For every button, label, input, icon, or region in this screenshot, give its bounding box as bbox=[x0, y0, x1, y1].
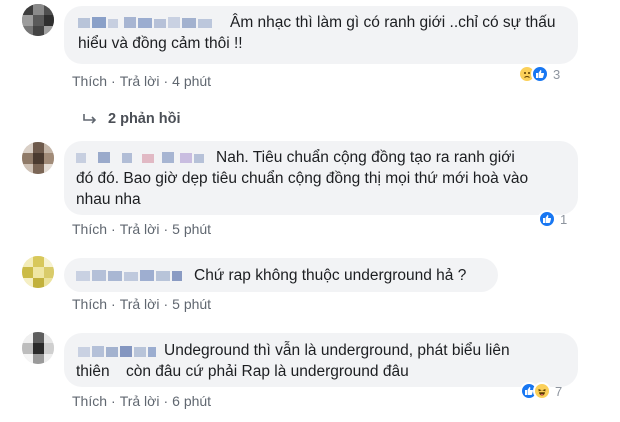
reaction-summary[interactable]: 7 bbox=[520, 381, 562, 401]
redacted-author-name bbox=[76, 269, 184, 282]
timestamp[interactable]: 4 phút bbox=[172, 73, 211, 89]
separator: · bbox=[111, 221, 116, 237]
reaction-summary[interactable]: 1 bbox=[538, 209, 567, 229]
separator: · bbox=[163, 296, 169, 312]
timestamp[interactable]: 5 phút bbox=[172, 296, 211, 312]
reaction-count: 7 bbox=[555, 383, 563, 399]
like-link[interactable]: Thích bbox=[72, 221, 107, 237]
separator: · bbox=[111, 73, 116, 89]
avatar[interactable] bbox=[22, 256, 54, 288]
comment-text-line: hiểu và đồng cảm thôi !! bbox=[78, 35, 243, 52]
redacted-author-name bbox=[76, 151, 206, 164]
avatar[interactable] bbox=[22, 142, 54, 174]
separator: · bbox=[163, 393, 169, 409]
comment-text-line: đó đó. Bao giờ dẹp tiêu chuẩn cộng đồng … bbox=[76, 170, 529, 187]
comment-text-line: Undeground thì vẫn là underground, phát … bbox=[164, 342, 510, 359]
like-link[interactable]: Thích bbox=[72, 296, 107, 312]
like-link[interactable]: Thích bbox=[72, 393, 107, 409]
redacted-author-name bbox=[78, 16, 218, 29]
replies-count-label: 2 phản hồi bbox=[108, 111, 181, 127]
avatar[interactable] bbox=[22, 332, 54, 364]
reply-link[interactable]: Trả lời bbox=[120, 393, 160, 409]
view-replies-link[interactable]: 2 phản hồi bbox=[82, 111, 181, 127]
timestamp[interactable]: 6 phút bbox=[172, 393, 211, 409]
haha-icon bbox=[533, 382, 551, 400]
comment-actions: Thích · Trả lời · 4 phút bbox=[72, 73, 211, 89]
reaction-count: 3 bbox=[553, 66, 561, 82]
separator: · bbox=[111, 296, 116, 312]
reaction-summary[interactable]: 3 bbox=[518, 64, 560, 84]
comment-actions: Thích · Trả lời · 5 phút bbox=[72, 221, 211, 237]
comment-actions: Thích · Trả lời · 5 phút bbox=[72, 296, 211, 312]
comment-text-line: còn đâu cứ phải Rap là underground đâu bbox=[126, 363, 409, 380]
comment-text-line: Âm nhạc thì làm gì có ranh giới ..chỉ có… bbox=[230, 14, 556, 31]
reaction-count: 1 bbox=[560, 211, 568, 227]
comment-text-line: nhau nha bbox=[76, 191, 141, 208]
avatar[interactable] bbox=[22, 4, 54, 36]
reply-link[interactable]: Trả lời bbox=[120, 73, 160, 89]
comment-actions: Thích · Trả lời · 6 phút bbox=[72, 393, 211, 409]
separator: · bbox=[163, 73, 169, 89]
timestamp[interactable]: 5 phút bbox=[172, 221, 211, 237]
comment-text-line: Chứ rap không thuộc underground hả ? bbox=[194, 267, 467, 284]
reply-link[interactable]: Trả lời bbox=[120, 221, 160, 237]
reply-arrow-icon bbox=[83, 114, 97, 124]
comment-text-line: thiên bbox=[76, 363, 110, 380]
like-icon bbox=[538, 210, 556, 228]
comment-text-line: Nah. Tiêu chuẩn cộng đồng tạo ra ranh gi… bbox=[216, 149, 515, 166]
separator: · bbox=[163, 221, 169, 237]
like-link[interactable]: Thích bbox=[72, 73, 107, 89]
like-icon bbox=[531, 65, 549, 83]
separator: · bbox=[111, 393, 116, 409]
redacted-author-name bbox=[78, 345, 158, 358]
reply-link[interactable]: Trả lời bbox=[120, 296, 160, 312]
